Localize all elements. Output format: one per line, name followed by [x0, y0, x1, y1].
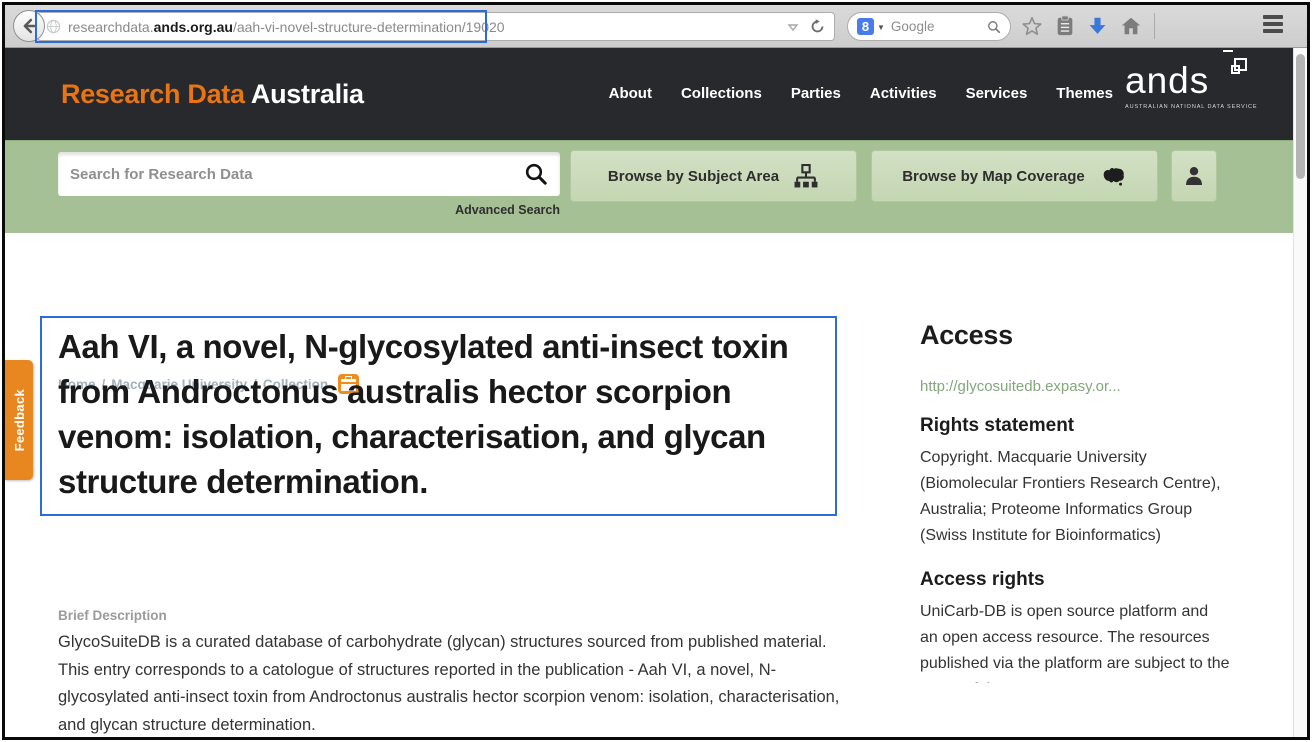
- record-title-box: Aah VI, a novel, N-glycosylated anti-ins…: [40, 316, 837, 516]
- nav-collections[interactable]: Collections: [681, 85, 762, 102]
- toolbar-separator: [1154, 13, 1155, 39]
- scrollbar-track[interactable]: [1293, 48, 1307, 737]
- url-bar[interactable]: researchdata.ands.org.au/aah-vi-novel-st…: [37, 12, 835, 41]
- feedback-tab[interactable]: Feedback: [5, 360, 33, 480]
- main-nav: About Collections Parties Activities Ser…: [609, 85, 1113, 102]
- access-heading: Access: [920, 320, 1250, 351]
- browse-map-button[interactable]: Browse by Map Coverage: [871, 150, 1158, 202]
- back-button[interactable]: [13, 10, 45, 42]
- search-input[interactable]: [70, 166, 524, 183]
- browser-toolbar: researchdata.ands.org.au/aah-vi-novel-st…: [5, 5, 1307, 48]
- bookmark-star-icon[interactable]: [1021, 15, 1043, 37]
- engine-dropdown-icon[interactable]: ▼: [877, 23, 885, 32]
- record-title: Aah VI, a novel, N-glycosylated anti-ins…: [58, 324, 819, 504]
- search-submit-icon[interactable]: [524, 162, 548, 186]
- reload-icon[interactable]: [809, 18, 826, 35]
- nav-activities[interactable]: Activities: [870, 85, 937, 102]
- search-engine-label: Google: [891, 19, 935, 34]
- person-icon: [1182, 163, 1206, 189]
- globe-icon: [46, 19, 61, 34]
- page-content: Research Data Australia About Collection…: [5, 48, 1293, 737]
- bookmarks-clipboard-icon[interactable]: [1055, 15, 1075, 37]
- advanced-search-link[interactable]: Advanced Search: [58, 203, 560, 217]
- access-sidebar: Access http://glycosuitedb.expasy.or... …: [920, 320, 1250, 683]
- search-magnifier-icon[interactable]: [987, 20, 1001, 34]
- google-favicon[interactable]: 8: [857, 18, 874, 35]
- rda-search-field: [58, 152, 560, 196]
- url-text: researchdata.ands.org.au/aah-vi-novel-st…: [68, 19, 505, 35]
- nav-services[interactable]: Services: [966, 85, 1028, 102]
- site-logo[interactable]: Research Data Australia: [61, 79, 364, 110]
- australia-map-icon: [1099, 164, 1127, 188]
- menu-button[interactable]: [1263, 15, 1283, 33]
- access-rights-text: UniCarb-DB is open source platform and a…: [920, 599, 1230, 683]
- rights-statement-text: Copyright. Macquarie University (Biomole…: [920, 445, 1230, 549]
- search-band: Advanced Search Browse by Subject Area B…: [5, 140, 1293, 233]
- urlbar-dropdown-icon[interactable]: [787, 21, 799, 33]
- brief-description-label: Brief Description: [58, 608, 167, 623]
- nav-themes[interactable]: Themes: [1056, 85, 1113, 102]
- ands-logo-word: ands: [1125, 60, 1209, 101]
- site-header: Research Data Australia About Collection…: [5, 48, 1293, 140]
- downloads-arrow-icon[interactable]: [1087, 15, 1108, 37]
- browser-search-box[interactable]: 8 ▼ Google: [847, 12, 1011, 41]
- access-rights-heading: Access rights: [920, 569, 1250, 591]
- rights-statement-heading: Rights statement: [920, 415, 1250, 437]
- screenshot-root: researchdata.ands.org.au/aah-vi-novel-st…: [0, 0, 1312, 742]
- browse-subject-label: Browse by Subject Area: [608, 168, 779, 185]
- browse-map-label: Browse by Map Coverage: [902, 168, 1085, 185]
- scrollbar-thumb[interactable]: [1296, 54, 1305, 179]
- brand-secondary: Australia: [251, 79, 364, 109]
- nav-about[interactable]: About: [609, 85, 652, 102]
- ands-logo[interactable]: ands AUSTRALIAN NATIONAL DATA SERVICE: [1125, 62, 1275, 110]
- nav-parties[interactable]: Parties: [791, 85, 841, 102]
- browse-subject-button[interactable]: Browse by Subject Area: [570, 150, 857, 202]
- ands-logo-squares-icon: [1227, 58, 1247, 78]
- brief-description-text: GlycoSuiteDB is a curated database of ca…: [58, 629, 848, 737]
- home-icon[interactable]: [1120, 15, 1142, 37]
- back-arrow-icon: [20, 17, 38, 35]
- access-link[interactable]: http://glycosuitedb.expasy.or...: [920, 378, 1250, 395]
- brand-primary: Research Data: [61, 79, 245, 109]
- feedback-label: Feedback: [12, 389, 27, 451]
- account-button[interactable]: [1171, 150, 1217, 202]
- browser-window: researchdata.ands.org.au/aah-vi-novel-st…: [2, 2, 1310, 740]
- ands-logo-tagline: AUSTRALIAN NATIONAL DATA SERVICE: [1125, 104, 1275, 110]
- subject-hierarchy-icon: [793, 164, 819, 189]
